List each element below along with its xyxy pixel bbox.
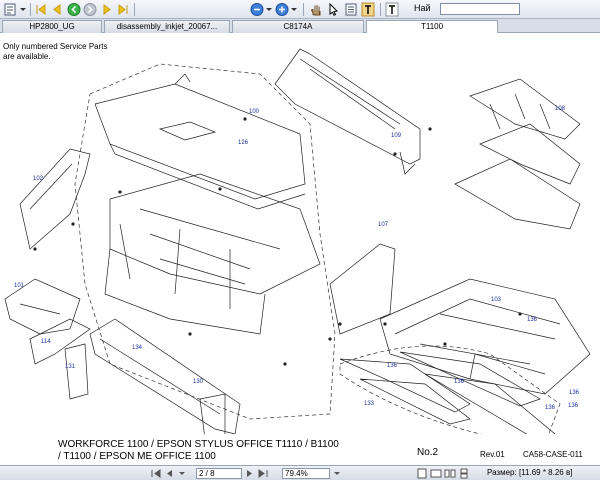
last-page-button-icon[interactable] xyxy=(257,468,269,479)
find-input[interactable] xyxy=(440,3,520,15)
text-tool-icon-2[interactable] xyxy=(385,2,399,17)
tab-bar: HP2800_UG disassembly_inkjet_20067... C8… xyxy=(0,19,600,33)
part-label-136: 136 xyxy=(545,405,556,411)
first-page-icon[interactable] xyxy=(34,2,48,17)
part-label-130: 130 xyxy=(193,379,204,385)
document-id: CA58-CASE-011 xyxy=(523,450,583,459)
part-label-136: 136 xyxy=(569,390,580,396)
zoom-field[interactable]: 79.4% xyxy=(282,468,330,479)
open-menu-icon[interactable] xyxy=(19,2,27,17)
first-page-button-icon[interactable] xyxy=(150,468,162,479)
zoom-menu-icon[interactable] xyxy=(265,2,273,17)
model-title: WORKFORCE 1100 / EPSON STYLUS OFFICE T11… xyxy=(58,439,339,463)
zoom-in-icon[interactable] xyxy=(275,2,289,17)
tab-disassembly-inkjet[interactable]: disassembly_inkjet_20067... xyxy=(104,20,230,33)
tab-t1100[interactable]: T1100 xyxy=(366,20,498,33)
diagram-page-number: No.2 xyxy=(417,447,439,458)
text-select-icon[interactable] xyxy=(344,2,358,17)
part-label-136: 136 xyxy=(527,317,538,323)
next-page-button-icon[interactable] xyxy=(244,468,256,479)
revision-label: Rev.01 xyxy=(480,450,505,459)
part-label-126: 126 xyxy=(238,140,249,146)
status-bar: 2 / 8 79.4% Размер: [11.69 * 8.26 в] xyxy=(0,465,600,480)
part-label-136: 136 xyxy=(387,363,398,369)
next-page-icon[interactable] xyxy=(100,2,114,17)
part-label-136: 136 xyxy=(568,403,579,409)
part-label-131: 131 xyxy=(65,364,76,370)
page-size-label: Размер: [11.69 * 8.26 в] xyxy=(487,468,573,477)
exploded-parts-diagram: 100 126 109 108 102 107 101 103 136 136 … xyxy=(4,48,591,434)
part-label-109: 109 xyxy=(391,133,402,139)
part-label-108: 108 xyxy=(555,106,566,112)
document-page: Only numbered Service Parts are availabl… xyxy=(0,34,600,465)
find-label: Най xyxy=(414,3,431,13)
part-label-136: 136 xyxy=(454,379,465,385)
tab-c8174a[interactable]: C8174A xyxy=(232,20,364,33)
prev-page-button-icon[interactable] xyxy=(163,468,175,479)
prev-page-icon[interactable] xyxy=(50,2,64,17)
fit-width-icon[interactable] xyxy=(430,468,442,479)
part-label-101: 101 xyxy=(14,283,25,289)
continuous-icon[interactable] xyxy=(458,468,470,479)
forward-icon[interactable] xyxy=(83,2,97,17)
part-label-103: 103 xyxy=(491,297,502,303)
zoom-out-icon[interactable] xyxy=(250,2,264,17)
part-label-114: 114 xyxy=(41,339,51,345)
page-menu-icon[interactable] xyxy=(176,468,188,479)
facing-pages-icon[interactable] xyxy=(444,468,456,479)
part-label-102: 102 xyxy=(33,176,44,182)
part-label-107: 107 xyxy=(378,222,389,228)
fit-page-icon[interactable] xyxy=(416,468,428,479)
model-title-line: WORKFORCE 1100 / EPSON STYLUS OFFICE T11… xyxy=(58,439,339,450)
zoom-in-menu-icon[interactable] xyxy=(290,2,298,17)
select-tool-icon[interactable] xyxy=(326,2,340,17)
part-label-134: 134 xyxy=(132,345,143,351)
last-page-icon[interactable] xyxy=(116,2,130,17)
page-number-field[interactable]: 2 / 8 xyxy=(196,468,242,479)
page-tool-icon[interactable] xyxy=(3,2,19,17)
model-title-line: / T1100 / EPSON ME OFFICE 1100 xyxy=(58,451,216,462)
hand-tool-icon[interactable] xyxy=(309,2,323,17)
tab-hp2800-ug[interactable]: HP2800_UG xyxy=(2,20,102,33)
part-label-100: 100 xyxy=(249,109,260,115)
part-label-133: 133 xyxy=(364,401,375,407)
back-icon[interactable] xyxy=(67,2,81,17)
zoom-dropdown-icon[interactable] xyxy=(331,468,343,479)
toolbar: Най xyxy=(0,0,600,19)
text-tool-icon[interactable] xyxy=(361,2,375,17)
